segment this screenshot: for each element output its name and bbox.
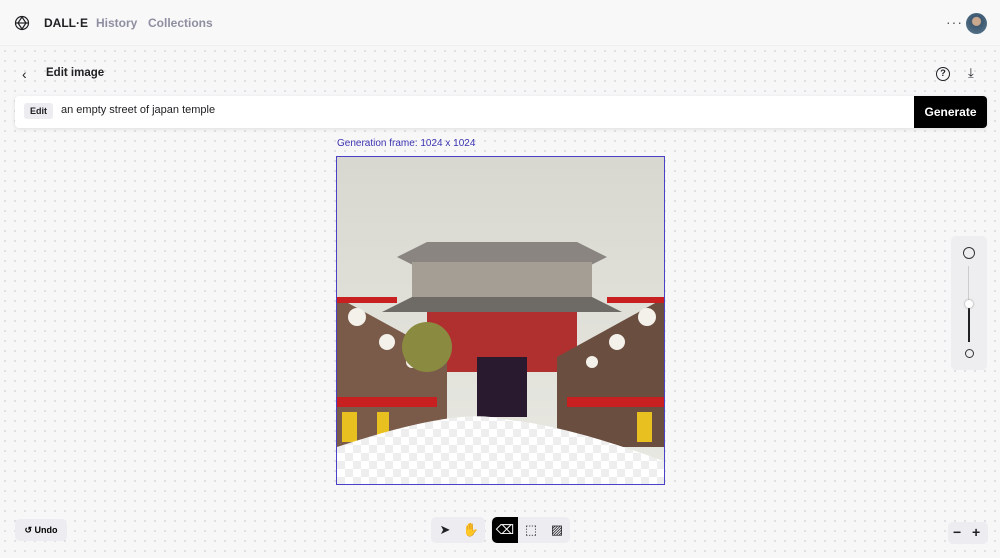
help-icon[interactable]: ? — [936, 67, 950, 81]
openai-logo-icon[interactable] — [14, 15, 30, 31]
pan-tool-icon[interactable]: ✋ — [458, 517, 484, 543]
zoom-max-icon — [963, 247, 975, 259]
zoom-out-button[interactable]: − — [953, 524, 961, 540]
select-tool-icon[interactable]: ➤ — [432, 517, 458, 543]
avatar[interactable] — [966, 13, 987, 34]
generate-button[interactable]: Generate — [914, 96, 987, 128]
download-icon[interactable]: ⤓ — [968, 65, 974, 81]
add-frame-tool-icon[interactable]: ⬚ — [518, 517, 544, 543]
zoom-slider[interactable] — [951, 236, 987, 370]
undo-label: Undo — [34, 524, 58, 535]
undo-icon: ↺ — [24, 524, 35, 535]
temple-image — [337, 157, 664, 484]
upload-image-tool-icon[interactable]: ▨ — [544, 517, 570, 543]
slider-handle[interactable] — [965, 300, 973, 308]
edit-badge: Edit — [24, 103, 53, 119]
generation-frame-label: Generation frame: 1024 x 1024 — [337, 138, 476, 149]
generation-frame[interactable] — [336, 156, 665, 485]
nav-collections[interactable]: Collections — [148, 16, 213, 30]
nav-history[interactable]: History — [96, 16, 137, 30]
slider-fill — [968, 304, 970, 342]
more-menu-icon[interactable]: ··· — [946, 14, 963, 30]
prompt-bar: Edit Generate — [15, 96, 987, 128]
undo-button[interactable]: ↺ Undo — [15, 519, 67, 541]
top-bar: DALL·E History Collections ··· — [0, 0, 1000, 46]
back-icon[interactable]: ‹ — [22, 66, 27, 82]
page-title: Edit image — [46, 67, 105, 79]
prompt-input[interactable] — [61, 104, 901, 116]
brand-link[interactable]: DALL·E — [44, 16, 88, 30]
zoom-min-icon — [965, 349, 974, 358]
zoom-in-button[interactable]: + — [972, 524, 980, 540]
eraser-tool-icon[interactable]: ⌫ — [492, 517, 518, 543]
slider-track — [968, 266, 969, 304]
